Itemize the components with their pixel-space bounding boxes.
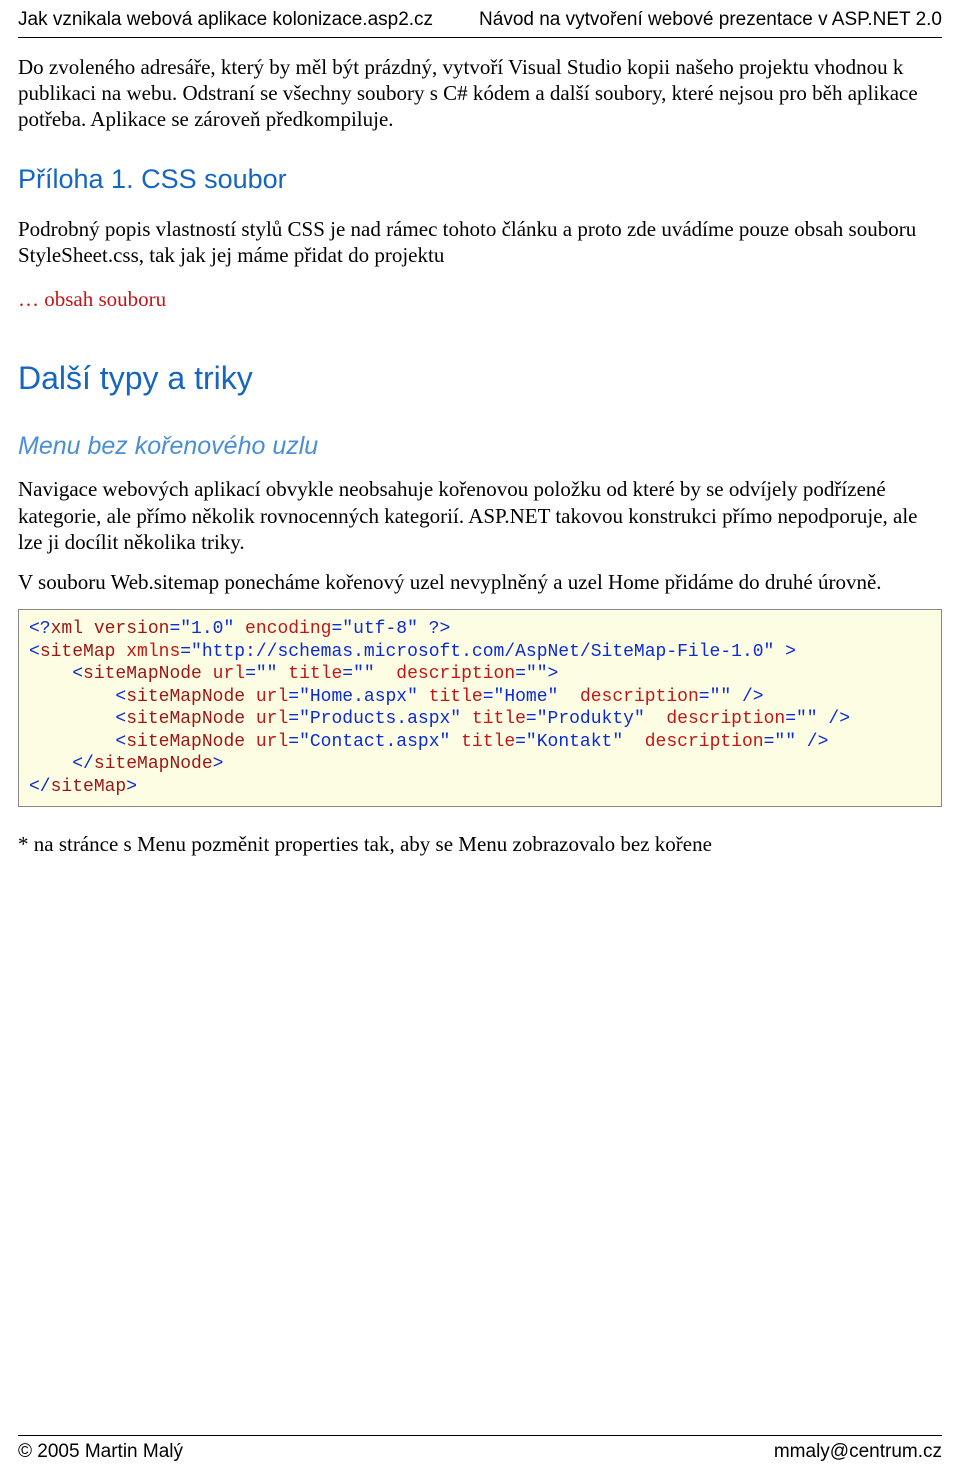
code-token: description bbox=[623, 732, 763, 752]
code-token: < bbox=[29, 664, 83, 684]
code-token: ="" /> bbox=[764, 732, 829, 752]
footer-left: © 2005 Martin Malý bbox=[18, 1440, 183, 1465]
code-token: =""> bbox=[515, 664, 558, 684]
code-token: description bbox=[375, 664, 515, 684]
code-token: > bbox=[126, 777, 137, 797]
paragraph-menu-2: V souboru Web.sitemap ponecháme kořenový… bbox=[18, 569, 942, 595]
code-token: ="1.0" bbox=[169, 619, 234, 639]
code-token: ="Home.aspx" bbox=[288, 687, 418, 707]
code-token: title bbox=[418, 687, 483, 707]
code-token: ="" bbox=[245, 664, 277, 684]
heading-dalsi-typy: Další typy a triky bbox=[18, 358, 942, 400]
code-token: xml version bbox=[51, 619, 170, 639]
code-token: ="http://schemas.microsoft.com/AspNet/Si… bbox=[180, 642, 796, 662]
heading-priloha-1: Příloha 1. CSS soubor bbox=[18, 162, 942, 197]
heading-menu-bez-korene: Menu bez kořenového uzlu bbox=[18, 430, 942, 463]
code-token: > bbox=[213, 754, 224, 774]
code-token: siteMapNode bbox=[83, 664, 202, 684]
code-token: ="Produkty" bbox=[526, 709, 645, 729]
code-token: siteMapNode bbox=[126, 687, 245, 707]
code-token: < bbox=[29, 642, 40, 662]
code-token: encoding bbox=[234, 619, 331, 639]
code-token: url bbox=[245, 687, 288, 707]
note-obsah-souboru: … obsah souboru bbox=[18, 286, 942, 313]
paragraph-footnote: * na stránce s Menu pozměnit properties … bbox=[18, 831, 942, 857]
code-token: <? bbox=[29, 619, 51, 639]
code-token: xmlns bbox=[115, 642, 180, 662]
page: Jak vznikala webová aplikace kolonizace.… bbox=[0, 0, 960, 1473]
paragraph-css-desc: Podrobný popis vlastností stylů CSS je n… bbox=[18, 216, 942, 269]
code-token: description bbox=[558, 687, 698, 707]
page-footer: © 2005 Martin Malý mmaly@centrum.cz bbox=[18, 1435, 942, 1465]
code-token: </ bbox=[29, 777, 51, 797]
code-token: ="" /> bbox=[785, 709, 850, 729]
code-token: url bbox=[245, 709, 288, 729]
code-token: < bbox=[29, 732, 126, 752]
code-token: url bbox=[245, 732, 288, 752]
header-left: Jak vznikala webová aplikace kolonizace.… bbox=[18, 8, 433, 33]
code-token: < bbox=[29, 709, 126, 729]
paragraph-menu-1: Navigace webových aplikací obvykle neobs… bbox=[18, 476, 942, 555]
code-token: siteMapNode bbox=[126, 732, 245, 752]
code-token: ="Products.aspx" bbox=[288, 709, 461, 729]
paragraph-intro: Do zvoleného adresáře, který by měl být … bbox=[18, 54, 942, 133]
code-token: ="" bbox=[342, 664, 374, 684]
page-header: Jak vznikala webová aplikace kolonizace.… bbox=[18, 8, 942, 38]
code-token: title bbox=[277, 664, 342, 684]
code-token: title bbox=[461, 709, 526, 729]
footer-right: mmaly@centrum.cz bbox=[774, 1440, 942, 1465]
code-token: siteMapNode bbox=[126, 709, 245, 729]
code-token: description bbox=[645, 709, 785, 729]
code-token: siteMap bbox=[40, 642, 116, 662]
code-token: siteMap bbox=[51, 777, 127, 797]
code-token: url bbox=[202, 664, 245, 684]
code-token: < bbox=[29, 687, 126, 707]
code-token: siteMapNode bbox=[94, 754, 213, 774]
code-token: ="Contact.aspx" bbox=[288, 732, 450, 752]
code-sitemap: <?xml version="1.0" encoding="utf-8" ?> … bbox=[18, 609, 942, 807]
code-token: ="Kontakt" bbox=[515, 732, 623, 752]
code-token: ="" /> bbox=[699, 687, 764, 707]
code-token: </ bbox=[29, 754, 94, 774]
header-right: Návod na vytvoření webové prezentace v A… bbox=[479, 8, 942, 33]
code-token: ="utf-8" ?> bbox=[331, 619, 450, 639]
code-token: title bbox=[450, 732, 515, 752]
code-token: ="Home" bbox=[483, 687, 559, 707]
